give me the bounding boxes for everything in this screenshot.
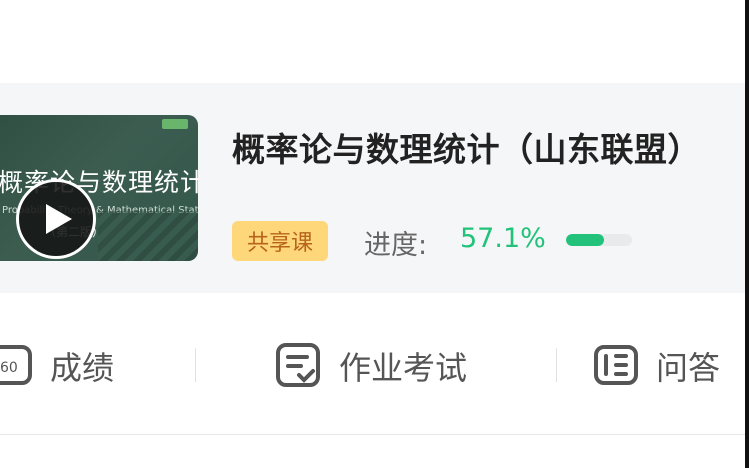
homework-exam-label: 作业考试	[339, 349, 468, 387]
course-title[interactable]: 概率论与数理统计（山东联盟）	[232, 123, 701, 171]
progress-bar	[566, 234, 632, 246]
qa-button[interactable]: 问答	[592, 336, 720, 396]
bottom-divider	[0, 434, 745, 435]
svg-text:60: 60	[0, 360, 18, 376]
grades-label: 成绩	[50, 349, 115, 387]
progress-label: 进度:	[364, 230, 428, 261]
play-button[interactable]	[16, 179, 96, 259]
app-screen: 概率论与数理统计 Probability Theory & Mathematic…	[0, 0, 749, 468]
course-cover[interactable]: 概率论与数理统计 Probability Theory & Mathematic…	[0, 115, 198, 261]
progress-bar-fill	[566, 234, 604, 246]
qa-label: 问答	[656, 349, 721, 387]
action-divider	[556, 348, 557, 382]
homework-exam-icon	[276, 343, 320, 387]
cover-badge	[162, 119, 188, 129]
homework-exam-button[interactable]: 作业考试	[275, 336, 467, 396]
action-divider	[195, 348, 196, 382]
play-icon	[46, 204, 72, 234]
cover-decoration	[98, 211, 198, 261]
grades-icon: 60	[0, 345, 32, 385]
qa-icon	[594, 345, 638, 385]
progress-value: 57.1%	[460, 223, 546, 254]
course-card[interactable]: 概率论与数理统计 Probability Theory & Mathematic…	[0, 83, 745, 293]
course-actions: 60 成绩 作业考试 问答	[0, 300, 745, 435]
shared-course-tag: 共享课	[232, 221, 328, 261]
edge-strip	[745, 0, 749, 468]
grades-button[interactable]: 60 成绩	[0, 336, 114, 396]
